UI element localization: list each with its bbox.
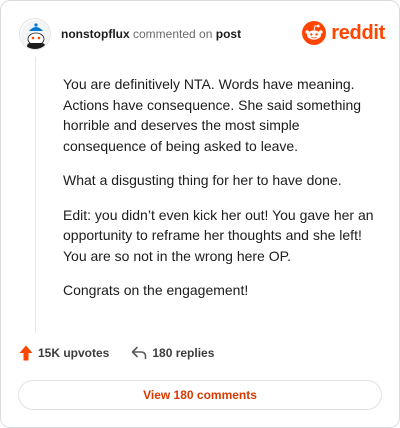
reddit-snoo-icon	[302, 21, 327, 45]
comment-paragraph: What a disgusting thing for her to have …	[63, 172, 342, 188]
thread-line[interactable]	[35, 57, 36, 333]
comment-body: You are definitively NTA. Words have mea…	[63, 74, 381, 315]
upvote-arrow-icon	[19, 345, 33, 361]
comment-footer: 15K upvotes 180 replies	[19, 345, 214, 361]
username[interactable]: nonstopflux	[61, 27, 130, 41]
reddit-logo[interactable]: reddit	[302, 21, 385, 45]
comment-paragraph: Congrats on the engagement!	[63, 282, 249, 298]
comment-header: nonstopflux commented on post	[19, 17, 241, 51]
view-comments-button[interactable]: View 180 comments	[18, 380, 382, 410]
upvote-button[interactable]: 15K upvotes	[19, 345, 109, 361]
reddit-wordmark: reddit	[331, 21, 385, 44]
upvote-count: 15K upvotes	[38, 346, 110, 360]
reply-count: 180 replies	[152, 346, 215, 360]
post-link[interactable]: post	[216, 27, 241, 41]
snoo-avatar-icon[interactable]	[19, 18, 51, 50]
comment-card: nonstopflux commented on post reddit You…	[0, 0, 400, 428]
comment-meta: nonstopflux commented on post	[61, 27, 241, 41]
replies-button[interactable]: 180 replies	[131, 346, 214, 360]
comment-paragraph: You are definitively NTA. Words have mea…	[63, 76, 362, 154]
reply-arrow-icon	[132, 346, 147, 360]
action-text: commented on	[133, 27, 213, 41]
comment-paragraph: Edit: you didn’t even kick her out! You …	[63, 206, 374, 264]
